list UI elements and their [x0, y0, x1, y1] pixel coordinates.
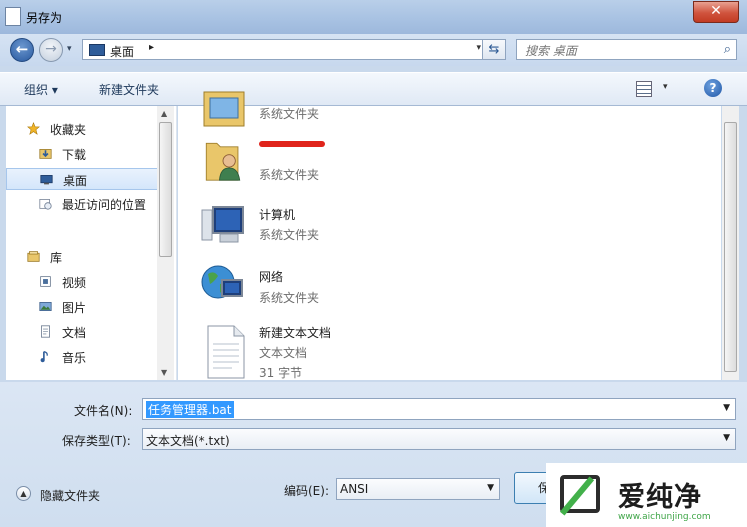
filename-dropdown-icon[interactable]: ▼ — [723, 403, 730, 413]
download-folder-icon — [39, 149, 52, 159]
watermark: 爱纯净 www.aichunjing.com — [546, 463, 747, 527]
address-bar[interactable]: 桌面 ▸ ▾ — [82, 39, 506, 60]
library-icon — [27, 251, 40, 262]
search-input[interactable] — [523, 42, 712, 59]
star-icon — [27, 122, 40, 135]
recent-places-icon — [39, 199, 52, 210]
library-folder-icon — [203, 91, 245, 127]
nav-item-downloads[interactable]: 下载 — [6, 143, 160, 165]
address-row: ← → ▾ 桌面 ▸ ▾ ⇆ ⌕ — [0, 34, 747, 66]
breadcrumb-arrow-icon[interactable]: ▸ — [149, 42, 154, 53]
file-type: 系统文件夹 — [259, 228, 320, 242]
nav-item-videos[interactable]: 视频 — [6, 271, 160, 293]
video-icon — [40, 276, 51, 287]
watermark-logo-icon — [559, 475, 600, 516]
filename-value[interactable]: 任务管理器.bat — [146, 401, 234, 418]
redacted-file-name — [259, 141, 325, 147]
file-list: 系统文件夹 系统文件夹 计算机 系统文件夹 网络 系统文件夹 新建文本文档 文本… — [178, 91, 721, 380]
computer-icon — [201, 206, 244, 243]
encoding-dropdown-icon[interactable]: ▼ — [487, 483, 494, 493]
nav-item-desktop[interactable]: 桌面 — [6, 168, 158, 190]
document-icon — [5, 7, 21, 26]
view-options-icon[interactable] — [636, 81, 652, 97]
breadcrumb-location[interactable]: 桌面 — [110, 43, 134, 60]
user-folder-icon — [205, 142, 241, 181]
filename-label: 文件名(N): — [74, 404, 133, 418]
view-dropdown-icon[interactable]: ▾ — [663, 82, 668, 92]
encoding-value: ANSI — [340, 482, 369, 496]
text-document-icon — [207, 325, 245, 379]
history-dropdown-icon[interactable]: ▾ — [67, 44, 72, 54]
file-type: 文本文档 — [259, 346, 308, 360]
file-type: 系统文件夹 — [259, 291, 320, 305]
file-size: 31 字节 — [259, 366, 303, 380]
nav-item-label: 最近访问的位置 — [62, 198, 147, 212]
savetype-dropdown-icon[interactable]: ▼ — [723, 433, 730, 443]
window-title: 另存为 — [26, 11, 63, 25]
filename-input[interactable]: 任务管理器.bat ▼ — [142, 398, 736, 420]
organize-button[interactable]: 组织 ▾ — [24, 81, 58, 98]
nav-item-label: 视频 — [62, 276, 87, 290]
address-dropdown-icon[interactable]: ▾ — [476, 43, 481, 53]
scroll-up-icon[interactable]: ▲ — [161, 109, 167, 118]
nav-scrollbar[interactable]: ▲ ▼ — [157, 106, 174, 380]
file-list-scroll-thumb[interactable] — [724, 122, 737, 372]
nav-item-label: 图片 — [62, 301, 87, 315]
watermark-brand: 爱纯净 — [618, 482, 702, 513]
close-button[interactable]: ✕ — [693, 1, 739, 23]
desktop-icon — [89, 44, 105, 56]
nav-item-label: 下载 — [62, 148, 87, 162]
file-type: 系统文件夹 — [259, 107, 320, 121]
file-name: 计算机 — [259, 208, 296, 222]
forward-button[interactable]: → — [39, 38, 63, 62]
file-type: 系统文件夹 — [259, 168, 320, 182]
title-bar: 另存为 ✕ — [0, 0, 747, 34]
search-icon[interactable]: ⌕ — [724, 42, 731, 57]
nav-libraries[interactable]: 库 — [6, 246, 160, 268]
picture-icon — [39, 302, 52, 311]
nav-favorites-label: 收藏夹 — [50, 123, 87, 137]
nav-item-documents[interactable]: 文档 — [6, 321, 160, 343]
nav-item-music[interactable]: 音乐 — [6, 346, 160, 368]
navigation-pane: 收藏夹 下载 桌面 最近访问的位置 库 视频 图片 文档 音乐 — [6, 106, 177, 380]
help-icon[interactable]: ? — [704, 79, 722, 97]
encoding-label: 编码(E): — [284, 484, 329, 498]
back-button[interactable]: ← — [10, 38, 34, 62]
savetype-value: 文本文档(*.txt) — [146, 434, 230, 448]
nav-item-recent[interactable]: 最近访问的位置 — [6, 193, 160, 215]
document-icon — [41, 325, 50, 338]
nav-item-label: 文档 — [62, 326, 87, 340]
savetype-label: 保存类型(T): — [62, 434, 131, 448]
hide-folders-label: 隐藏文件夹 — [40, 489, 101, 503]
command-bar: 组织 ▾ 新建文件夹 ▾ ? — [0, 72, 747, 106]
nav-scroll-thumb[interactable] — [159, 122, 172, 257]
file-list-scrollbar[interactable] — [722, 106, 739, 380]
nav-item-label: 音乐 — [62, 351, 87, 365]
scroll-down-icon[interactable]: ▼ — [161, 368, 167, 377]
nav-libraries-label: 库 — [50, 251, 63, 265]
savetype-select[interactable]: 文本文档(*.txt) ▼ — [142, 428, 736, 450]
music-icon — [40, 350, 48, 363]
encoding-select[interactable]: ANSI ▼ — [336, 478, 500, 500]
watermark-url: www.aichunjing.com — [618, 512, 711, 522]
nav-item-pictures[interactable]: 图片 — [6, 296, 160, 318]
file-name: 新建文本文档 — [259, 326, 332, 340]
nav-item-label: 桌面 — [63, 174, 88, 188]
nav-favorites[interactable]: 收藏夹 — [6, 118, 160, 140]
new-folder-button[interactable]: 新建文件夹 — [99, 81, 159, 98]
network-icon — [201, 265, 243, 299]
refresh-button[interactable]: ⇆ — [482, 39, 506, 60]
desktop-icon — [40, 175, 53, 185]
file-name: 网络 — [259, 270, 284, 284]
chevron-up-icon: ▲ — [16, 486, 31, 501]
search-box[interactable]: ⌕ — [516, 39, 737, 60]
